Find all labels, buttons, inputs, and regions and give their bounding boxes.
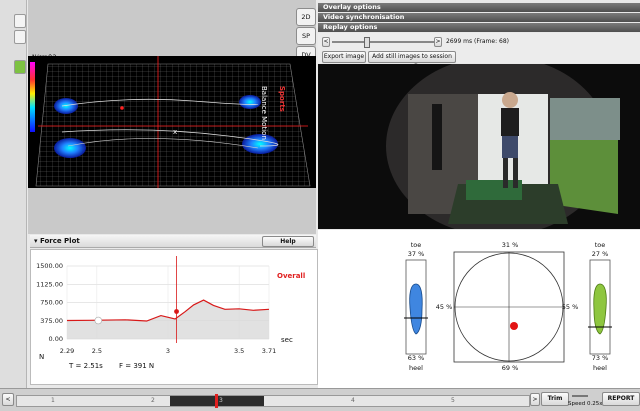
force-plot-title-text: Force Plot [39,237,80,245]
left-heel-pct: 63 % [407,354,425,362]
timeline-tick-1: 1 [51,397,55,404]
pressure-blob-left-rear [54,138,86,158]
view-2d-button[interactable]: 2D [296,8,316,26]
current-point [174,309,179,314]
video-frame [386,56,620,236]
force-plot-title[interactable]: ▾ Force Plot [34,237,80,245]
left-heel-label: heel [409,364,423,372]
trim-button[interactable]: Trim [541,392,569,406]
video-sync-header[interactable]: Video synchronisation [318,13,640,22]
add-still-images-button[interactable]: Add still images to session media [368,51,456,70]
tool-button-2[interactable] [14,30,26,44]
floor-grid [35,63,311,187]
pressure-blob-left-front [54,98,78,114]
brand-text: Balance Motion [260,86,268,140]
balance-panel: toe 37 % 63 % heel toe 27 % 73 % heel 31… [318,230,640,388]
x-tick-label: 3.5 [234,347,244,355]
x-tick-label: 2.29 [60,347,74,355]
slider-value-readout: 2699 ms (Frame: 68) [446,38,509,45]
tool-button-1[interactable] [14,14,26,28]
left-toolbar [0,0,27,388]
right-heel-label: heel [593,364,607,372]
y-tick-label: 750.00 [40,299,63,307]
replay-options-panel: < > 2699 ms (Frame: 68) Export image Add… [318,33,640,70]
pressure-map-svg: x [30,56,311,188]
replay-slider-track[interactable] [332,41,440,43]
help-button[interactable]: Help [262,236,314,247]
svg-text:x: x [173,128,177,136]
pressure-unit-label: N/cm^2 [32,54,57,61]
cursor-point [94,316,102,325]
right-side-pct: 55 % [561,303,579,311]
timeline-playhead[interactable] [215,394,218,408]
back-pct: 69 % [501,364,519,372]
timeline-next-button[interactable]: > [530,393,540,406]
left-toe-pct: 37 % [407,250,425,258]
timeline-tick-4: 4 [351,397,355,404]
right-heel-pct: 73 % [591,354,609,362]
series-label: Overall [277,272,306,280]
slider-prev-button[interactable]: < [322,37,330,47]
pressure-3d-view[interactable]: x N/cm^2 Balance Motion Sports [28,54,316,188]
pressure-blob-right-front [239,95,261,109]
timeline-tick-2: 2 [151,397,155,404]
left-toe-label: toe [410,241,422,249]
x-tick-label: 3 [166,347,170,355]
overlay-options-header[interactable]: Overlay options [318,3,640,12]
timeline-track[interactable]: 1 2 3 4 5 [16,394,530,408]
view-sp-button[interactable]: SP [296,27,316,45]
timeline-prev-button[interactable]: < [2,393,14,406]
y-unit-label: N [39,353,45,361]
color-scale-bar [30,62,35,132]
force-plot-panel: 1500.00 1125.00 750.00 375.00 0.00 2.29 2.5 3 3.… [30,249,318,385]
replay-options-header[interactable]: Replay options [318,23,640,32]
left-foot-icon [409,283,423,335]
time-readout: T = 2.51s [69,362,103,370]
y-tick-label: 1125.00 [36,280,63,288]
right-foot-icon [593,283,607,335]
tool-button-active[interactable] [14,60,26,74]
speed-slider[interactable] [572,395,588,397]
y-tick-label: 375.00 [40,317,63,325]
center-of-pressure-dot [510,322,518,330]
x-unit-label: sec [281,336,293,344]
speed-label: Speed 0.25x [568,401,603,407]
slider-next-button[interactable]: > [434,37,442,47]
brand-sports-text: Sports [278,86,286,112]
viewer-bottom-area [28,188,316,234]
video-panel[interactable] [318,56,640,236]
replay-slider-thumb[interactable] [364,37,370,48]
timeline-bar[interactable]: < 1 2 3 4 5 > Trim Speed 0.25x REPORT [0,388,640,411]
right-toe-pct: 27 % [591,250,609,258]
timeline-tick-3: 3 [219,397,223,404]
force-plot-header: ▾ Force Plot Help [30,235,316,248]
y-tick-label: 1500.00 [36,262,63,270]
right-toe-label: toe [594,241,606,249]
x-tick-label: 3.71 [262,347,276,355]
force-readout: F = 391 N [119,362,155,370]
front-pct: 31 % [501,241,519,249]
y-tick-label: 0.00 [49,335,63,343]
export-image-button[interactable]: Export image [322,51,366,63]
x-tick-label: 2.5 [92,347,102,355]
viewer-top-area [28,0,316,56]
report-button[interactable]: REPORT [602,392,640,406]
timeline-tick-5: 5 [451,397,455,404]
left-side-pct: 45 % [435,303,453,311]
